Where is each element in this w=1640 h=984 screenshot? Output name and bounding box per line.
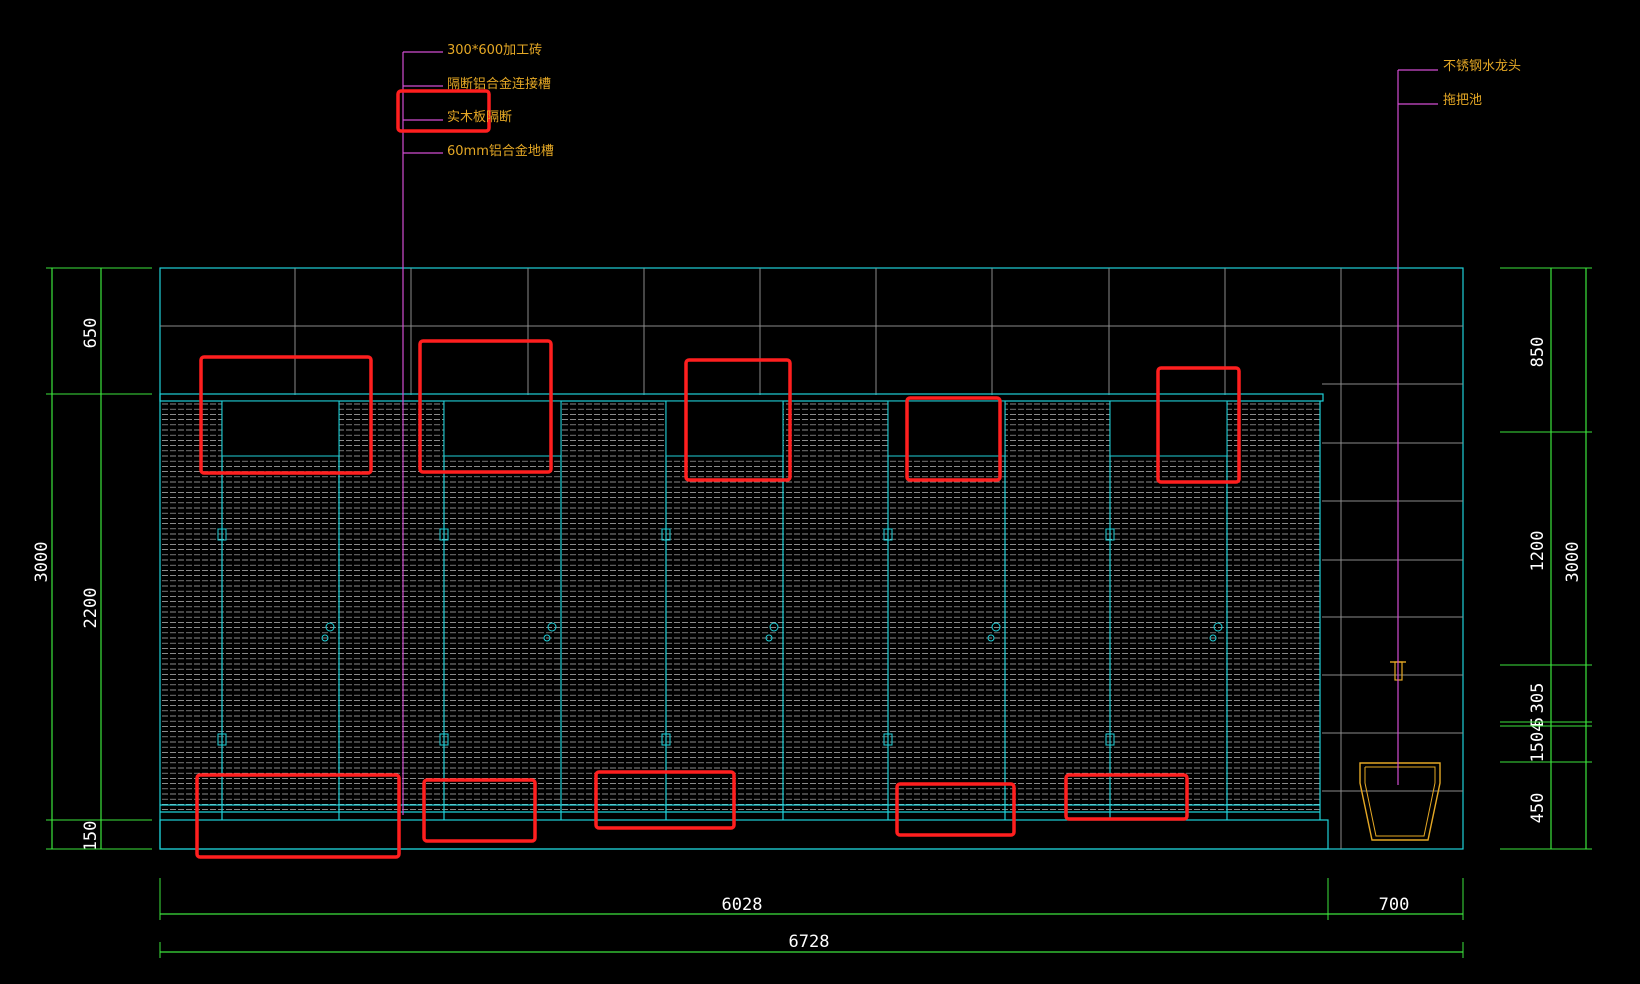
mop-sink — [1359, 661, 1441, 841]
dim-left-150: 150 — [81, 821, 101, 852]
label-floor-groove: 60mm铝合金地槽 — [447, 143, 554, 159]
label-wood-partition: 实木板隔断 — [447, 110, 512, 125]
dim-bottom-700: 700 — [1379, 895, 1410, 915]
door-lock-0 — [325, 622, 335, 632]
door-lock-3 — [991, 622, 1001, 632]
partition-wall — [159, 393, 1329, 850]
sink-outline — [1359, 762, 1441, 841]
door-opening-4 — [1109, 400, 1228, 457]
door-opening-1 — [443, 400, 562, 457]
door-opening-2 — [665, 400, 784, 457]
door-opening-0 — [221, 400, 340, 457]
plinth — [159, 819, 1329, 850]
label-mop-pool: 拖把池 — [1443, 93, 1482, 108]
label-tile: 300*600加工砖 — [447, 43, 542, 58]
label-faucet: 不锈钢水龙头 — [1443, 59, 1521, 74]
dim-left-650: 650 — [81, 318, 101, 349]
dim-bottom-6028: 6028 — [722, 895, 763, 915]
top-cap — [159, 393, 1324, 402]
door-lock-2 — [769, 622, 779, 632]
label-connector-groove: 隔断铝合金连接槽 — [447, 76, 551, 92]
dim-right-450: 450 — [1528, 793, 1548, 824]
wall-outline — [159, 267, 1464, 850]
dim-left-2200: 2200 — [81, 588, 101, 629]
dim-left-outer: 3000 — [32, 542, 52, 583]
dim-right-1200: 1200 — [1528, 531, 1548, 572]
dimension-lines — [46, 267, 1592, 958]
dim-right-305: 305 — [1528, 683, 1548, 714]
highlight-box-6 — [195, 773, 401, 859]
sink-inner — [1364, 766, 1436, 837]
dim-bottom-6728: 6728 — [789, 932, 830, 952]
elevation-drawing: 300*600加工砖 隔断铝合金连接槽 实木板隔断 60mm铝合金地槽 不锈钢水… — [32, 43, 1592, 958]
dim-right-850: 850 — [1528, 337, 1548, 368]
door-lock-1 — [547, 622, 557, 632]
highlight-box-7 — [422, 778, 537, 843]
door-lock-4 — [1213, 622, 1223, 632]
dim-right-outer: 3000 — [1563, 542, 1583, 583]
tile-grid — [159, 267, 1464, 850]
